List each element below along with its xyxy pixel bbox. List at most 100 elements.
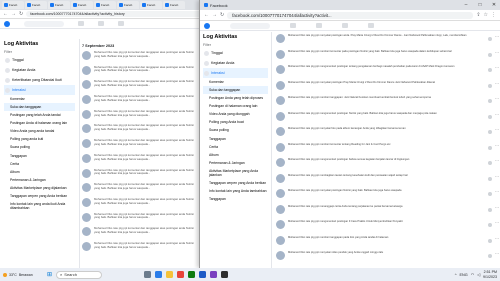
url-input[interactable]: facebook.com/100077701747044/allactivity…: [227, 11, 474, 19]
edge-icon[interactable]: [155, 271, 163, 278]
submenu-item[interactable]: Polling yang Anda buat: [203, 118, 268, 126]
reload-icon[interactable]: ↻: [19, 11, 23, 17]
submenu-item[interactable]: Postingan di halaman orang lain: [203, 102, 268, 110]
list-item[interactable]: Mohamed Oko rate ptg ppt menyukai postin…: [276, 189, 499, 200]
taskbar-search[interactable]: ⌕ Search: [56, 270, 103, 279]
submenu-item[interactable]: Postingan Anda di halaman orang lain: [4, 119, 75, 127]
submenu-item[interactable]: Pertemanan & Jaringan: [203, 159, 268, 167]
sidebar-item-interaksi[interactable]: Interaksi: [203, 68, 268, 78]
weather-widget[interactable]: 33°C Berawan: [3, 272, 43, 277]
submenu-item[interactable]: Suka dan tanggapan: [203, 86, 268, 95]
list-item[interactable]: Mohamed Oko rate ptg ppt memberi tanggap…: [276, 96, 499, 107]
back-arrow-icon[interactable]: ←: [204, 12, 209, 18]
list-item[interactable]: Mohamed Oko rate ptg ppt mengomentari po…: [276, 158, 499, 169]
submenu-item[interactable]: Tanggapan cerpen yang Anda berikan: [4, 192, 75, 200]
submenu-item[interactable]: Postingan Anda yang telah diproses: [203, 94, 268, 102]
list-item[interactable]: Mohamed Oko rate ptg ppt komentar dan ta…: [82, 139, 200, 150]
more-options-icon[interactable]: ⋯: [495, 127, 499, 132]
submenu-item[interactable]: Aktivitas Marketplace yang Anda jalankan: [203, 167, 268, 179]
list-item[interactable]: Mohamed Oko rate ptg ppt komentar dan ta…: [82, 168, 200, 180]
task-view-icon[interactable]: [144, 271, 152, 278]
browser-tab[interactable]: Faceb: [140, 1, 162, 9]
browser-tab[interactable]: Faceb: [2, 1, 24, 9]
home-icon[interactable]: [78, 21, 84, 26]
list-item[interactable]: Mohamed Oko rate ptg ppt menanggapi ceri…: [276, 204, 499, 216]
submenu-item[interactable]: Cerita: [4, 160, 75, 168]
list-item[interactable]: Mohamed Oko rate ptg ppt mengomentari po…: [276, 65, 499, 76]
browser-tab[interactable]: Faceb: [48, 1, 70, 9]
submenu-item[interactable]: Aktivitas Marketplace yang dijalankan: [4, 184, 75, 192]
list-item[interactable]: Mohamed Oko rate ptg ppt mengomentari po…: [276, 111, 499, 123]
list-item[interactable]: Mohamed Oko rate ptg ppt menyukai postin…: [276, 34, 499, 45]
list-item[interactable]: Mohamed Oko rate ptg ppt menyukai video …: [276, 251, 499, 262]
submenu-item[interactable]: Suara polling: [203, 126, 268, 134]
facebook-search-input[interactable]: [230, 22, 270, 29]
video-icon[interactable]: [118, 21, 124, 26]
submenu-item[interactable]: Cerita: [203, 143, 268, 151]
language-indicator[interactable]: ENG: [460, 273, 468, 277]
more-options-icon[interactable]: ⋯: [495, 236, 499, 241]
list-item[interactable]: Mohamed Oko rate ptg ppt komentar dan ta…: [82, 241, 200, 253]
submenu-item[interactable]: Info kontak lain yang Anda tambahkan: [203, 187, 268, 195]
volume-icon[interactable]: ◁: [477, 272, 480, 277]
list-item[interactable]: Mohamed Oko rate ptg ppt menyukai postin…: [276, 80, 499, 92]
submenu-item[interactable]: Album: [203, 151, 268, 159]
more-options-icon[interactable]: ⋯: [495, 81, 499, 86]
more-options-icon[interactable]: ⋯: [495, 174, 499, 179]
more-options-icon[interactable]: ⋯: [495, 251, 499, 256]
list-item[interactable]: Mohamed Oko rate ptg ppt komentar dan ta…: [82, 51, 200, 62]
more-options-icon[interactable]: ⋯: [495, 96, 499, 101]
more-options-icon[interactable]: ⋯: [495, 34, 499, 39]
submenu-item[interactable]: Postingan yang telah Anda tandai: [4, 111, 75, 119]
reload-icon[interactable]: ↻: [220, 12, 224, 18]
chevron-up-icon[interactable]: ^: [455, 273, 457, 277]
terminal-icon[interactable]: [221, 271, 229, 278]
submenu-item[interactable]: Tanggapan: [203, 195, 268, 203]
submenu-item[interactable]: Tanggapan: [4, 152, 75, 160]
list-item[interactable]: Mohamed Oko rate ptg ppt komentar dan ta…: [82, 124, 200, 135]
list-item[interactable]: Mohamed Oko rate ptg ppt membagikan taut…: [276, 173, 499, 185]
list-item[interactable]: Mohamed Oko rate ptg ppt memberi tanggap…: [276, 235, 499, 247]
forward-arrow-icon[interactable]: →: [212, 12, 217, 18]
share-icon[interactable]: ⇪: [476, 12, 480, 18]
word-icon[interactable]: [199, 271, 207, 278]
more-options-icon[interactable]: ⋯: [495, 220, 499, 225]
list-item[interactable]: Mohamed Oko rate ptg ppt komentar dan ta…: [82, 227, 200, 238]
list-item[interactable]: Mohamed Oko rate ptg ppt komentar dan ta…: [82, 65, 200, 77]
user-filter[interactable]: Tinggal: [203, 48, 268, 58]
star-icon[interactable]: ☆: [484, 12, 488, 18]
submenu-item[interactable]: Album: [4, 168, 75, 176]
submenu-item[interactable]: Video Anda yang diunggah: [203, 110, 268, 118]
sidebar-item-kegiatan[interactable]: Kegiatan Anda: [203, 58, 268, 68]
browser-tab[interactable]: Faceb: [163, 1, 185, 9]
browser-tab[interactable]: Faceb: [117, 1, 139, 9]
excel-icon[interactable]: [188, 271, 196, 278]
close-icon[interactable]: ✕: [488, 2, 500, 8]
file-explorer-icon[interactable]: [166, 271, 174, 278]
groups-icon[interactable]: [368, 23, 374, 28]
sidebar-item-kegiatan[interactable]: Kegiatan Anda: [4, 65, 75, 75]
home-icon[interactable]: [290, 23, 296, 28]
submenu-item[interactable]: Komentar: [4, 95, 75, 103]
maximize-icon[interactable]: □: [474, 2, 486, 8]
submenu-item[interactable]: Tanggapan cerpen yang Anda berikan: [203, 179, 268, 187]
submenu-item[interactable]: Info kontak lain yang anda ikuti Anda di…: [4, 200, 75, 212]
friends-icon[interactable]: [316, 23, 322, 28]
list-item[interactable]: Mohamed Oko rate ptg ppt komentar dan ta…: [82, 109, 200, 121]
chrome-icon[interactable]: [177, 271, 185, 278]
submenu-item[interactable]: Pertemanan & Jaringan: [4, 176, 75, 184]
windows-start-icon[interactable]: ⊞: [47, 271, 52, 278]
more-options-icon[interactable]: ⋯: [495, 189, 499, 194]
list-item[interactable]: Mohamed Oko rate ptg ppt komentar dan ta…: [82, 153, 200, 165]
list-item[interactable]: Mohamed Oko rate ptg ppt komentar dan ta…: [82, 197, 200, 209]
minimize-icon[interactable]: –: [460, 2, 472, 8]
back-arrow-icon[interactable]: ←: [3, 11, 8, 17]
more-options-icon[interactable]: ⋯: [495, 65, 499, 70]
more-options-icon[interactable]: ⋯: [495, 158, 499, 163]
wifi-icon[interactable]: ◠: [471, 272, 474, 277]
more-options-icon[interactable]: ⋯: [495, 50, 499, 55]
menu-dots-icon[interactable]: ⋮: [491, 12, 496, 18]
list-item[interactable]: Mohamed Oko rate ptg ppt menyukai foto p…: [276, 127, 499, 138]
more-options-icon[interactable]: ⋯: [495, 143, 499, 148]
facebook-search-input[interactable]: [24, 20, 64, 27]
